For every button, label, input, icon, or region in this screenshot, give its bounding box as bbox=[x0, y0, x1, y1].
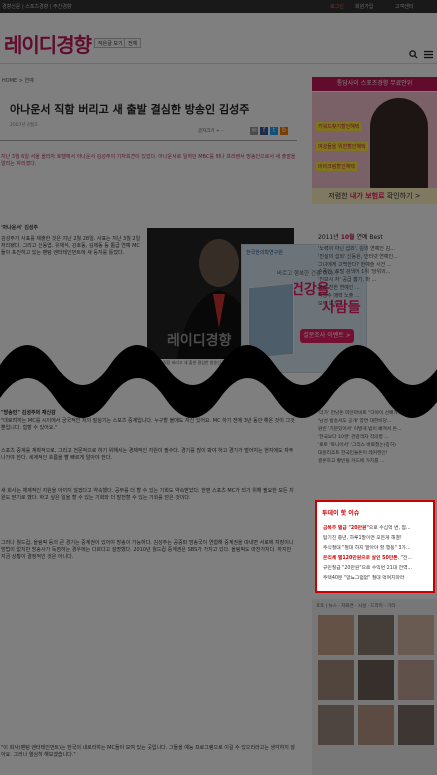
hot-issue-item[interactable]: 탐기진 중년, 하루1말이면 모든게 해결! bbox=[323, 534, 431, 541]
hot-issue-item[interactable]: 주택40분 "망뇨그럼없" 절대 먹여치마라 bbox=[323, 574, 431, 581]
all-menu-button[interactable]: 전체 bbox=[124, 38, 142, 48]
site-header: 레이디경향 작은글 보기 전체 bbox=[0, 13, 437, 64]
hot-issue-title: 투데이 핫 이슈 bbox=[322, 510, 360, 517]
best-month: 10월 bbox=[340, 234, 355, 241]
photo-thumb[interactable] bbox=[318, 705, 354, 745]
news-item[interactable]: 원빈 '기분있어서' 이발게 밤이 빠져서 돈... bbox=[318, 426, 436, 434]
facebook-share-icon[interactable]: f bbox=[260, 127, 268, 135]
article-subhead: '아나운서' 김성주 bbox=[1, 225, 39, 231]
hot-post: 으로 수십억 번, 첨... bbox=[368, 526, 411, 531]
news-item[interactable]: '남성 방송서도 공개' 양면 대한비당... bbox=[318, 418, 436, 426]
photo-thumb[interactable] bbox=[398, 660, 434, 700]
ad-tag-3: 비비크림할인혜택 bbox=[316, 162, 357, 171]
breadcrumb[interactable]: HOME > 연예 bbox=[2, 77, 34, 84]
photo-thumb[interactable] bbox=[358, 705, 394, 745]
top-bar: 경향신문 | 스포츠경향 | 주간경향 로그인 회원가입 고객센터 bbox=[0, 0, 437, 13]
article-title: 아나운서 직함 버리고 새 출발 결심한 방송인 김성주 bbox=[10, 103, 250, 116]
article-subhead-2: "방송인" 김성주의 재신감 bbox=[1, 410, 56, 416]
top-bar-sites[interactable]: 경향신문 | 스포츠경향 | 주간경향 bbox=[2, 3, 72, 10]
today-hot-issue-box: 투데이 핫 이슈 금복주 별급 "20만원"으로 수십억 번, 첨... 탐기진… bbox=[315, 500, 435, 593]
best-suffix: 연예 Best bbox=[354, 234, 383, 241]
news-item[interactable]: '로토 '토니어서' '그리스 바로쳤는(종허) bbox=[318, 442, 436, 450]
hot-pre: 주택40분 "망뇨그럼없" 절대 먹여치마라 bbox=[323, 576, 405, 581]
login-link[interactable]: 로그인 bbox=[330, 3, 344, 10]
monthly-best-heading: 2011년 10월 연예 Best bbox=[318, 232, 383, 241]
news-list: '더가' 만남돈 미안마비트 "다야이 선배가..." '남성 방송서도 공개'… bbox=[318, 410, 436, 466]
photo-thumb[interactable] bbox=[398, 705, 434, 745]
site-logo[interactable]: 레이디경향 bbox=[4, 29, 92, 58]
article-paragraph-5: 그러나 월드컵, 올림픽 등의 큰 경기는 중계권이 있어야 방송이 가능하다.… bbox=[1, 540, 294, 560]
article-paragraph-1: 김성주가 사표를 제출한 것은 지난 2월 28일. 사표는 지난 3월 2일 … bbox=[1, 236, 141, 256]
photo-thumb[interactable] bbox=[318, 615, 354, 655]
photo-watermark: 레이디경향 bbox=[167, 333, 232, 349]
article-paragraph-6: "이 회사(팬텀 엔터테인먼트)는 한국의 내로라하는 MC들이 모여 있는 곳… bbox=[1, 745, 296, 758]
best-item[interactable]: '진실의 섭외' 신동원, 인터넷 연예인... bbox=[318, 254, 436, 262]
hot-issue-item[interactable]: 온리체 별120만원으로 살인 50만톤, "전... bbox=[323, 554, 431, 561]
hot-pre: 탐기진 중년, 하루1말이면 모든게 해결! bbox=[323, 536, 402, 541]
popup-logo: 한국한의학연구원 bbox=[246, 250, 283, 256]
menu-icon[interactable] bbox=[423, 50, 433, 60]
news-item[interactable]: 결혼하고 황빈될 카드에 가치를 ... bbox=[318, 458, 436, 466]
best-item[interactable]: 박명수 매력 노출 ... bbox=[318, 293, 436, 301]
blog-share-icon[interactable]: b bbox=[280, 127, 288, 135]
insurance-ad-highlight: 내가 보험료 bbox=[349, 192, 385, 200]
best-item[interactable]: 모두 보기 ... bbox=[318, 301, 436, 309]
best-item[interactable]: 평소 친한 연예인 ... bbox=[318, 285, 436, 293]
news-item[interactable]: '더가' 만남돈 미안마비트 "다야이 선배가..." bbox=[318, 410, 436, 418]
best-item[interactable]: '진보사 자' 공급 뽐기, 마 ... bbox=[318, 277, 436, 285]
popup-book-image bbox=[248, 282, 294, 360]
hot-hl: 온리체 별120만원으로 살인 50만톤 bbox=[323, 556, 398, 561]
photo-news-tabs[interactable]: 포토 | 뉴스 · 자화면 · 사설 · 드라마 · 기타 bbox=[316, 603, 396, 609]
join-link[interactable]: 회원가입 bbox=[355, 3, 373, 10]
photo-thumb[interactable] bbox=[318, 660, 354, 700]
twitter-share-icon[interactable]: t bbox=[270, 127, 278, 135]
news-item[interactable]: '한국보다 10쌍' 관광객자 작의병 ... bbox=[318, 434, 436, 442]
article-paragraph-4: 새 회사는 체계적인 지원을 아끼지 않겠다고 약속했다. 공부를 더 할 수 … bbox=[1, 488, 294, 501]
ad-tag-1: 키워드찾기할인혜택 bbox=[316, 122, 362, 131]
news-item[interactable]: 대원리조트 한국민들돈이 레커캔인! bbox=[318, 450, 436, 458]
hot-pre: 주식절대 "절대 하지 말아야 할 행동" 3가... bbox=[323, 546, 411, 551]
hot-issue-item[interactable]: 규민질급 "20만원"으로 수익번 21대 전역... bbox=[323, 564, 431, 571]
article-date: 2007년 4월호 bbox=[10, 123, 39, 128]
sports-ad-banner[interactable]: 통담사이 스포츠경향 무료안위 bbox=[312, 77, 437, 91]
text-view-button[interactable]: 작은글 보기 bbox=[94, 38, 127, 48]
ad-tag-2: 여성들을 위한할인혜택 bbox=[316, 142, 368, 151]
page-root: 경향신문 | 스포츠경향 | 주간경향 로그인 회원가입 고객센터 레이디경향 … bbox=[0, 0, 437, 775]
article-paragraph-3: 스포츠 중계를 계획적으로, 그리고 전문적으로 하기 위해서는 경제적인 지원… bbox=[1, 448, 294, 461]
hot-pre: 규민질급 "20만원"으로 수익번 21대 전역... bbox=[323, 566, 413, 571]
article-lead: 지난 3월 6일 서울 올라자 호텔에서 아나운서 김성주의 기자회견이 있었다… bbox=[1, 154, 296, 167]
photo-thumb[interactable] bbox=[358, 615, 394, 655]
hot-hl: 금복주 별급 "20만원" bbox=[323, 526, 369, 531]
email-share-icon[interactable]: ✉ bbox=[250, 127, 258, 135]
insurance-ad-post: 확인하기 > bbox=[384, 192, 421, 200]
hot-post: , "전... bbox=[397, 556, 412, 561]
best-item[interactable]: '노력이 아닌 섭외', 김의 연예인 김... bbox=[318, 246, 436, 254]
hot-issue-item[interactable]: 금복주 별급 "20만원"으로 수십억 번, 첨... bbox=[323, 524, 431, 531]
insurance-ad-link[interactable]: 저렴한 내가 보험료 확인하기 > bbox=[312, 188, 437, 204]
font-size-tools[interactable]: 글자크기 + - bbox=[198, 128, 223, 134]
survey-event-button[interactable]: 설문조사 이벤트 > bbox=[300, 329, 354, 343]
ad-model-image bbox=[370, 98, 428, 196]
search-icon[interactable] bbox=[408, 50, 418, 60]
photo-thumb[interactable] bbox=[398, 615, 434, 655]
contact-link[interactable]: 고객센터 bbox=[395, 3, 413, 10]
insurance-ad-pre: 저렴한 bbox=[328, 192, 350, 200]
article-paragraph-2: "대로려하는 MC를 시이에서 궁국적인 저의 질실기는 스포츠 중계입니다. … bbox=[1, 418, 295, 431]
title-divider bbox=[0, 140, 297, 141]
photo-thumb[interactable] bbox=[358, 660, 394, 700]
best-prefix: 2011년 bbox=[318, 234, 341, 241]
hot-issue-item[interactable]: 주식절대 "절대 하지 말아야 할 행동" 3가... bbox=[323, 544, 431, 551]
best-list: '노력이 아닌 섭외', 김의 연예인 김... '진실의 섭외' 신동원, 인… bbox=[318, 246, 436, 308]
